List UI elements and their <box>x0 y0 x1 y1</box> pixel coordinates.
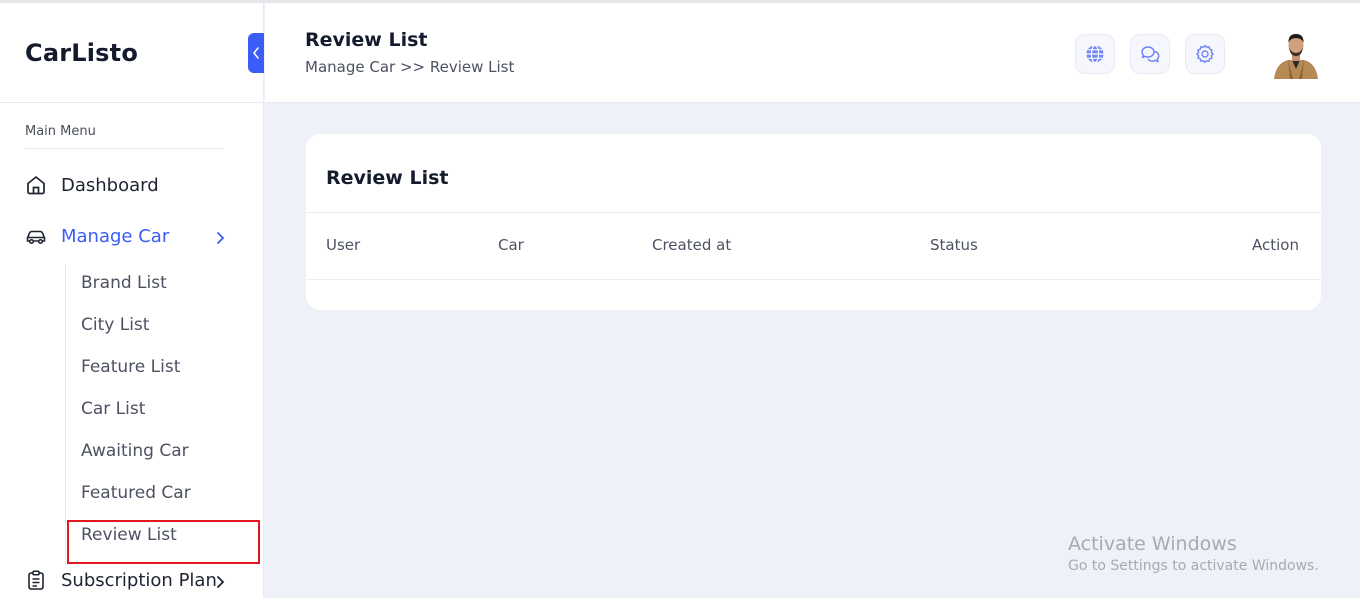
chat-icon <box>1141 46 1160 63</box>
active-item-highlight <box>67 520 260 564</box>
menu-heading: Main Menu <box>25 124 96 139</box>
car-icon <box>25 225 47 247</box>
sidebar: CarListo Main Menu Dashboard Manage Car … <box>0 3 264 598</box>
sidebar-item-subscription-plan[interactable]: Subscription Plan <box>25 569 225 591</box>
sidebar-item-label: Dashboard <box>61 174 159 196</box>
chevron-right-icon <box>215 573 225 594</box>
column-header-created-at: Created at <box>652 236 732 254</box>
column-header-status: Status <box>930 236 978 254</box>
top-header: Review List Manage Car >> Review List <box>265 3 1360 103</box>
sidebar-collapse-button[interactable] <box>248 33 264 73</box>
chevron-left-icon <box>253 47 259 59</box>
globe-icon <box>1086 44 1104 64</box>
table-header-divider <box>306 279 1321 280</box>
sidebar-item-manage-car[interactable]: Manage Car <box>25 225 225 247</box>
submenu-item-awaiting-car[interactable]: Awaiting Car <box>81 441 189 461</box>
submenu-item-brand-list[interactable]: Brand List <box>81 273 167 293</box>
sidebar-divider <box>0 102 264 103</box>
card-title: Review List <box>326 167 449 189</box>
gear-icon <box>1196 44 1214 64</box>
column-header-car: Car <box>498 236 524 254</box>
card-divider <box>306 212 1321 213</box>
menu-heading-divider <box>25 148 224 149</box>
home-icon <box>25 174 47 196</box>
submenu-item-featured-car[interactable]: Featured Car <box>81 483 191 503</box>
sidebar-item-label: Manage Car <box>61 225 170 247</box>
submenu-guide-line <box>65 265 66 565</box>
submenu-item-city-list[interactable]: City List <box>81 315 149 335</box>
submenu-item-feature-list[interactable]: Feature List <box>81 357 180 377</box>
sidebar-item-dashboard[interactable]: Dashboard <box>25 174 159 196</box>
activation-watermark-title: Activate Windows <box>1068 533 1237 555</box>
chevron-right-icon <box>215 229 225 250</box>
submenu-item-car-list[interactable]: Car List <box>81 399 145 419</box>
brand-logo[interactable]: CarListo <box>25 39 138 67</box>
avatar[interactable] <box>1270 29 1322 79</box>
page-title: Review List <box>305 29 428 51</box>
clipboard-icon <box>25 569 47 591</box>
messages-button[interactable] <box>1130 34 1170 74</box>
column-header-action: Action <box>1252 236 1299 254</box>
sidebar-item-label: Subscription Plan <box>61 569 217 591</box>
column-header-user: User <box>326 236 361 254</box>
breadcrumb[interactable]: Manage Car >> Review List <box>305 58 514 76</box>
review-list-card: Review List User Car Created at Status A… <box>306 134 1321 310</box>
settings-button[interactable] <box>1185 34 1225 74</box>
activation-watermark-subtitle: Go to Settings to activate Windows. <box>1068 558 1319 574</box>
language-button[interactable] <box>1075 34 1115 74</box>
